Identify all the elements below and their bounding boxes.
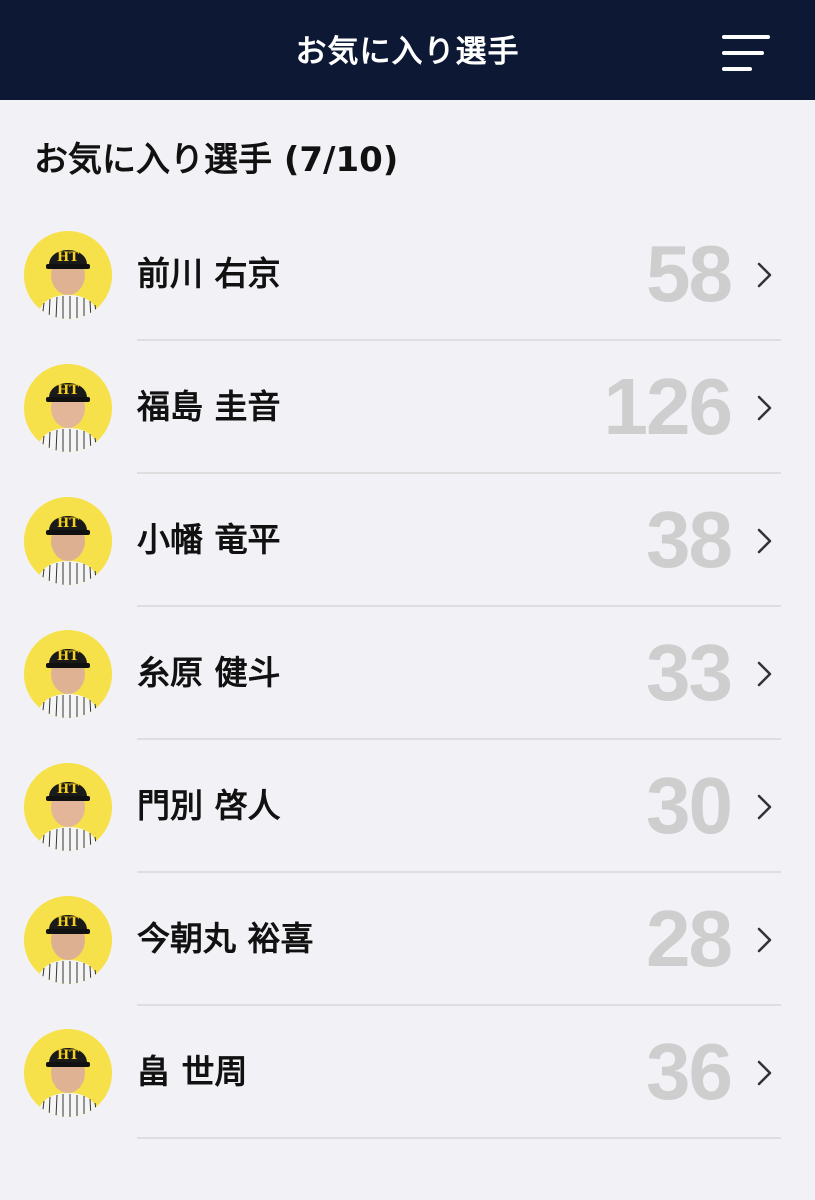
- chevron-right-icon: [757, 262, 772, 288]
- player-row[interactable]: HT 小幡 竜平 38: [0, 474, 815, 607]
- player-photo-icon: HT: [24, 364, 112, 452]
- player-photo-icon: HT: [24, 1029, 112, 1117]
- player-photo-icon: HT: [24, 896, 112, 984]
- chevron-right-icon: [757, 395, 772, 421]
- svg-text:HT: HT: [57, 516, 79, 531]
- chevron-right-icon: [757, 927, 772, 953]
- player-avatar: HT: [24, 630, 112, 718]
- player-row[interactable]: HT 糸原 健斗 33: [0, 607, 815, 740]
- player-avatar: HT: [24, 364, 112, 452]
- menu-button[interactable]: [712, 26, 782, 78]
- player-uniform-number: 33: [646, 628, 733, 717]
- player-avatar: HT: [24, 231, 112, 319]
- player-photo-icon: HT: [24, 630, 112, 718]
- chevron-right-icon: [757, 661, 772, 687]
- chevron-right-icon: [757, 528, 772, 554]
- player-name: 門別 啓人: [137, 786, 281, 825]
- player-avatar: HT: [24, 497, 112, 585]
- player-photo-icon: HT: [24, 231, 112, 319]
- svg-text:HT: HT: [57, 649, 79, 664]
- player-name: 福島 圭音: [137, 387, 281, 426]
- player-name: 今朝丸 裕喜: [137, 919, 314, 958]
- player-name: 糸原 健斗: [137, 653, 281, 692]
- player-row[interactable]: HT 福島 圭音 126: [0, 341, 815, 474]
- chevron-right-icon: [757, 1060, 772, 1086]
- svg-text:HT: HT: [57, 1048, 79, 1063]
- player-name: 小幡 竜平: [137, 520, 281, 559]
- chevron-right-icon: [757, 794, 772, 820]
- svg-text:HT: HT: [57, 915, 79, 930]
- player-name: 前川 右京: [137, 254, 281, 293]
- player-avatar: HT: [24, 1029, 112, 1117]
- header-title: お気に入り選手: [295, 34, 520, 70]
- player-row[interactable]: HT 畠 世周 36: [0, 1006, 815, 1139]
- player-avatar: HT: [24, 896, 112, 984]
- player-row[interactable]: HT 今朝丸 裕喜 28: [0, 873, 815, 1006]
- player-uniform-number: 38: [646, 495, 733, 584]
- svg-text:HT: HT: [57, 383, 79, 398]
- row-divider: [137, 1137, 781, 1139]
- player-uniform-number: 30: [646, 761, 733, 850]
- player-photo-icon: HT: [24, 763, 112, 851]
- player-avatar: HT: [24, 763, 112, 851]
- section-title: お気に入り選手 (7/10): [34, 140, 399, 180]
- player-uniform-number: 36: [646, 1027, 733, 1116]
- player-photo-icon: HT: [24, 497, 112, 585]
- favorite-players-list: HT 前川 右京 58 HT 福島 圭音 126 HT 小幡 竜平 38 HT …: [0, 208, 815, 1139]
- player-row[interactable]: HT 門別 啓人 30: [0, 740, 815, 873]
- app-header: お気に入り選手: [0, 0, 815, 100]
- hamburger-menu-icon: [722, 35, 770, 71]
- player-uniform-number: 28: [646, 894, 733, 983]
- svg-text:HT: HT: [57, 250, 79, 265]
- player-uniform-number: 126: [603, 362, 733, 451]
- player-row[interactable]: HT 前川 右京 58: [0, 208, 815, 341]
- player-name: 畠 世周: [137, 1052, 248, 1091]
- player-uniform-number: 58: [646, 229, 733, 318]
- svg-text:HT: HT: [57, 782, 79, 797]
